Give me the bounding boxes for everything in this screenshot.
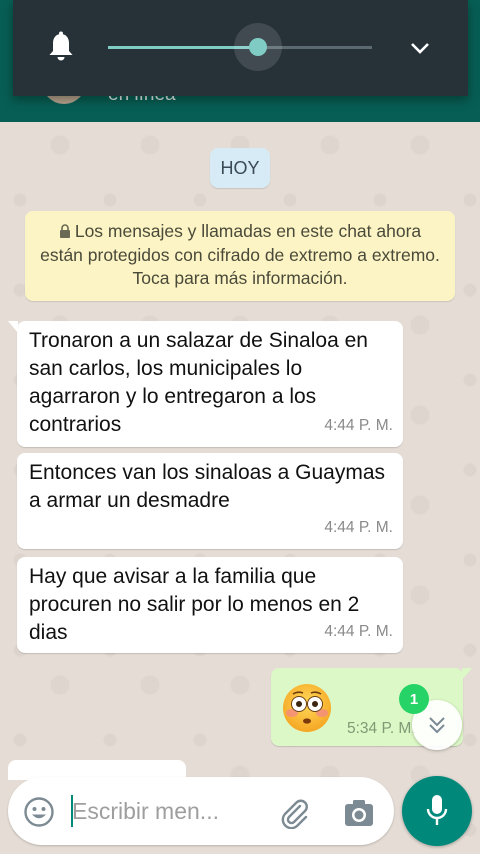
encryption-notice[interactable]: Los mensajes y llamadas en este chat aho… — [25, 211, 455, 301]
message-bubble-incoming[interactable]: Hay que avisar a la familia que procuren… — [17, 557, 403, 653]
volume-slider[interactable] — [108, 23, 372, 71]
message-time: 4:44 P. M. — [324, 519, 393, 536]
message-text: Entonces van los sinaloas a Guaymas a ar… — [29, 461, 386, 512]
date-chip: HOY — [210, 148, 270, 188]
lock-icon — [59, 224, 70, 238]
bell-icon[interactable] — [46, 31, 76, 63]
smiley-icon[interactable] — [23, 796, 55, 828]
paperclip-icon[interactable] — [278, 797, 310, 829]
message-bubble-incoming[interactable]: Tronaron a un salazar de Sinaloa en san … — [8, 321, 403, 447]
encryption-notice-text: Los mensajes y llamadas en este chat aho… — [40, 221, 440, 288]
mic-icon — [426, 795, 448, 825]
camera-icon[interactable] — [343, 798, 375, 828]
message-time: 4:44 P. M. — [324, 417, 393, 434]
bubble-tail — [462, 668, 472, 680]
unread-count-badge: 1 — [399, 684, 429, 714]
flushed-face-emoji — [283, 684, 331, 732]
message-input[interactable] — [72, 791, 262, 831]
mic-button[interactable] — [402, 776, 472, 846]
double-chevron-down-icon — [429, 717, 445, 734]
bubble-tail — [8, 321, 18, 333]
chevron-down-icon[interactable] — [408, 38, 432, 58]
message-time: 5:34 P. M. — [347, 720, 416, 737]
volume-panel — [13, 0, 468, 96]
message-time: 4:44 P. M. — [324, 623, 393, 640]
message-composer — [8, 777, 394, 845]
message-bubble-incoming[interactable]: Entonces van los sinaloas a Guaymas a ar… — [17, 453, 403, 549]
